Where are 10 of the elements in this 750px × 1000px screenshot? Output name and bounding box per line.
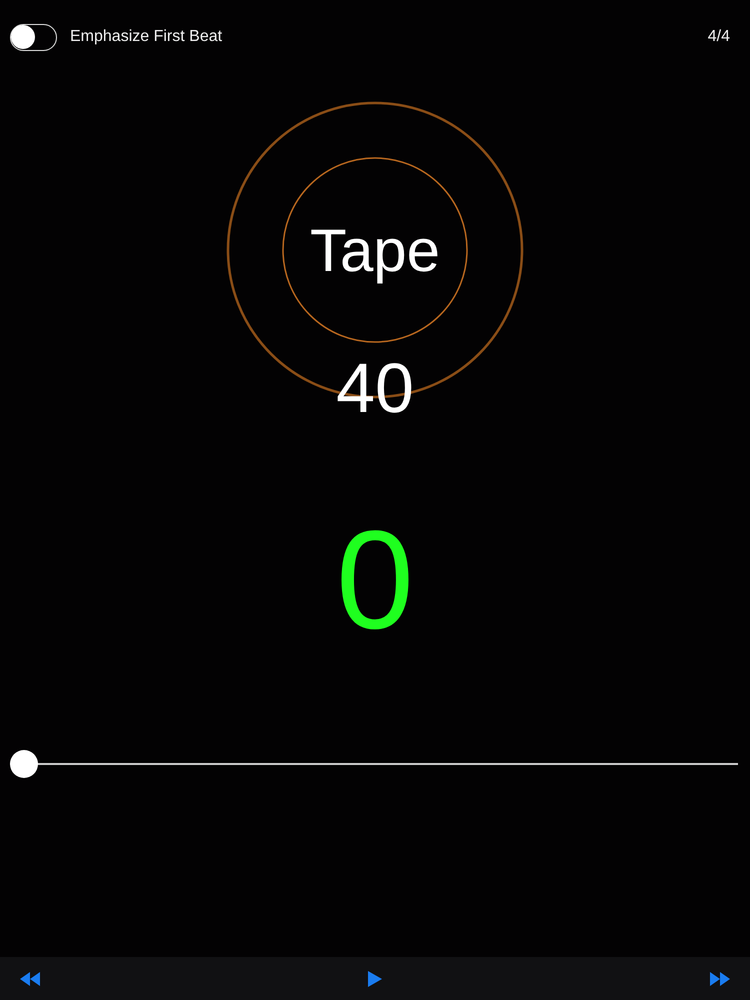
rewind-icon[interactable] (20, 972, 40, 986)
play-icon[interactable] (368, 970, 382, 986)
tempo-value: 40 (335, 348, 415, 428)
time-signature[interactable]: 4/4 (708, 28, 730, 46)
slider-thumb[interactable] (10, 750, 38, 778)
tempo-slider[interactable] (10, 750, 738, 778)
toggle-label: Emphasize First Beat (70, 28, 222, 46)
beat-count: 0 (335, 510, 415, 650)
toggle-switch[interactable] (10, 24, 57, 50)
fast-forward-icon[interactable] (710, 972, 730, 986)
